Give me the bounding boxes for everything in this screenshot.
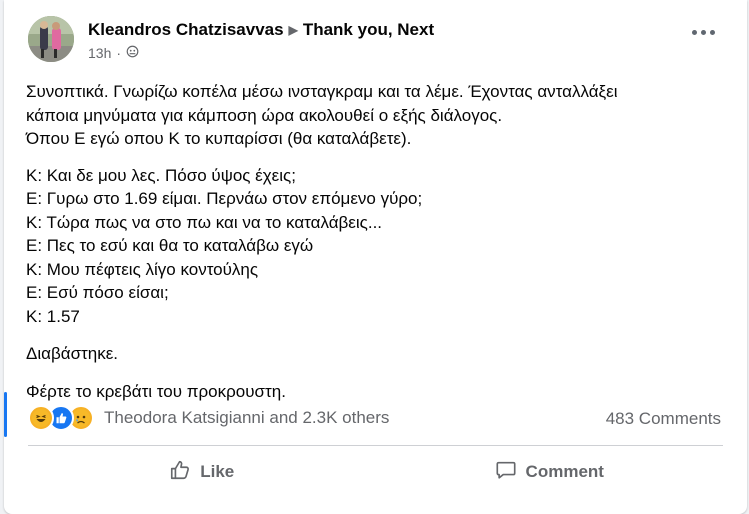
post-line: κάποια μηνύματα για κάμποση ώρα ακολουθε… [26,105,503,125]
group-name[interactable]: Thank you, Next [303,20,434,40]
comment-icon [495,459,517,486]
post-line: Κ: Και δε μου λες. Πόσο ύψος έχεις; [26,165,296,185]
post-body: Συνοπτικά. Γνωρίζω κοπέλα μέσω ινσταγκρα… [26,80,726,403]
avatar-photo [28,16,74,62]
post-line: Συνοπτικά. Γνωρίζω κοπέλα μέσω ινσταγκρα… [26,82,618,101]
post-card: Kleandros Chatzisavvas ▶ Thank you, Next… [4,0,747,514]
right-arrow-icon: ▶ [288,23,298,37]
post-actions: Like Comment [28,447,723,497]
comment-label: Comment [525,462,604,481]
post-header-title: Kleandros Chatzisavvas ▶ Thank you, Next [88,20,434,40]
post-line: Όπου Ε εγώ οπου Κ το κυπαρίσσι (θα καταλ… [26,129,412,148]
dot-icon [701,30,706,35]
like-button[interactable]: Like [28,447,376,497]
post-line: Διαβάστηκε. [26,344,119,363]
post-line: Φέρτε το κρεβάτι του προκρουστη. [26,381,286,401]
actions-divider [28,445,723,446]
post-timestamp[interactable]: 13h [88,45,111,61]
comment-button[interactable]: Comment [376,447,724,497]
author-avatar[interactable] [28,16,74,62]
thumbs-up-icon [169,459,191,486]
reactions-summary[interactable]: Theodora Katsigianni and 2.3K others [28,405,389,431]
audience-icon[interactable] [126,45,139,61]
like-label: Like [200,462,235,481]
meta-separator: · [116,45,122,61]
post-line: Ε: Πες το εσύ και θα το καταλάβω εγώ [26,236,314,255]
post-line: Κ: Τώρα πως να στο πω και να το καταλάβε… [26,212,383,232]
haha-icon [28,405,54,431]
author-name[interactable]: Kleandros Chatzisavvas [88,20,284,40]
dot-icon [692,30,697,35]
left-accent-bar [4,392,7,437]
more-options-button[interactable] [692,30,715,35]
post-meta: 13h · [88,45,139,61]
dot-icon [710,30,715,35]
comments-count[interactable]: 483 Comments [606,409,721,429]
post-line: Κ: 1.57 [26,306,80,326]
post-line: Ε: Γυρω στο 1.69 είμαι. Περνάω στον επόμ… [26,189,423,208]
post-line: Κ: Μου πέφτεις λίγο κοντούλης [26,259,259,279]
reactions-names[interactable]: Theodora Katsigianni and 2.3K others [104,408,389,428]
post-line: Ε: Εσύ πόσο είσαι; [26,283,169,302]
